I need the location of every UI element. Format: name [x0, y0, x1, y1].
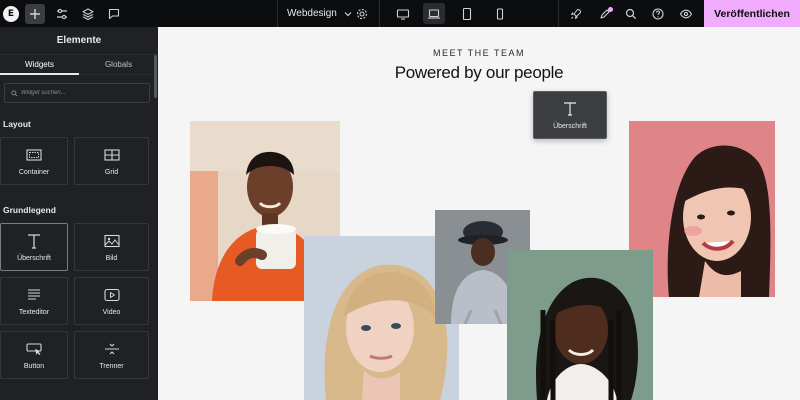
site-settings-button[interactable]	[51, 0, 73, 27]
widget-label: Container	[18, 168, 50, 176]
widget-grid[interactable]: Grid	[74, 137, 149, 185]
device-desktop-button[interactable]	[392, 0, 414, 27]
image-icon	[103, 234, 120, 247]
section-eyebrow[interactable]: MEET THE TEAM	[158, 48, 800, 58]
widget-divider[interactable]: Trenner	[74, 331, 149, 379]
section-headline[interactable]: Powered by our people	[158, 63, 800, 83]
button-icon	[26, 342, 42, 355]
widget-label: Button	[23, 362, 45, 370]
site-name-dropdown[interactable]: Webdesign	[287, 0, 353, 27]
layers-icon	[82, 7, 94, 20]
widget-label: Texteditor	[18, 308, 50, 316]
launch-button[interactable]	[565, 0, 587, 27]
add-element-button[interactable]	[24, 0, 46, 27]
widget-label: Bild	[105, 254, 118, 262]
widget-label: Video	[102, 308, 121, 316]
publish-button[interactable]: Veröffentlichen	[704, 0, 800, 27]
mobile-icon	[496, 7, 504, 20]
comments-icon	[108, 8, 120, 19]
dragged-heading-widget[interactable]: Überschrift	[533, 91, 607, 139]
widget-heading[interactable]: Überschrift	[0, 223, 68, 271]
page-settings-button[interactable]	[351, 0, 373, 27]
device-mobile-button[interactable]	[489, 0, 511, 27]
preview-eye-icon	[679, 9, 693, 18]
widget-video[interactable]: Video	[74, 277, 149, 325]
widget-image[interactable]: Bild	[74, 223, 149, 271]
widget-label: Überschrift	[17, 254, 51, 262]
help-icon	[652, 7, 664, 20]
section-title-basic: Grundlegend	[3, 205, 56, 215]
container-icon	[26, 148, 42, 161]
help-button[interactable]	[647, 0, 669, 27]
basic-widgets-grid: Überschrift Bild Texteditor Video Button…	[0, 223, 158, 379]
grid-icon	[103, 148, 120, 161]
comments-button[interactable]	[103, 0, 125, 27]
widget-label: Grid	[104, 168, 119, 176]
panel-title: Elemente	[0, 27, 158, 55]
widget-search-input[interactable]	[21, 90, 141, 96]
portrait-image	[507, 250, 653, 400]
elementor-logo-icon[interactable]: E	[0, 0, 22, 27]
layout-widgets-grid: Container Grid	[0, 137, 158, 185]
tablet-icon	[462, 7, 472, 20]
divider-icon	[104, 343, 119, 354]
widget-text-editor[interactable]: Texteditor	[0, 277, 68, 325]
structure-button[interactable]	[77, 0, 99, 27]
laptop-icon	[428, 8, 440, 19]
widget-label: Trenner	[99, 362, 124, 370]
search-icon	[11, 89, 18, 96]
device-tablet-button[interactable]	[456, 0, 478, 27]
top-bar: E Webdesign Veröffentlichen	[0, 0, 800, 27]
search-icon	[625, 8, 637, 19]
notification-dot	[608, 7, 613, 12]
dragged-widget-label: Überschrift	[553, 122, 587, 130]
section-title-layout: Layout	[3, 119, 31, 129]
notes-button[interactable]	[594, 0, 616, 27]
page-canvas[interactable]: MEET THE TEAM Powered by our people Über…	[158, 27, 800, 400]
panel-tabs: Widgets Globals	[0, 55, 158, 75]
tab-widgets[interactable]: Widgets	[0, 55, 79, 75]
finder-button[interactable]	[620, 0, 642, 27]
desktop-icon	[396, 8, 410, 20]
heading-icon	[564, 101, 576, 116]
team-photo-4[interactable]	[507, 250, 653, 400]
panel-scrollbar[interactable]	[154, 55, 157, 98]
video-icon	[103, 288, 120, 301]
settings-sliders-icon	[57, 8, 67, 19]
rocket-icon	[571, 8, 581, 19]
widget-container[interactable]: Container	[0, 137, 68, 185]
preview-button[interactable]	[675, 0, 697, 27]
text-editor-icon	[28, 288, 40, 300]
widget-button[interactable]: Button	[0, 331, 68, 379]
site-settings-icon	[356, 8, 368, 19]
device-laptop-button[interactable]	[423, 3, 445, 24]
site-name-label: Webdesign	[287, 8, 337, 19]
widgets-panel: Elemente Widgets Globals Layout Containe…	[0, 27, 158, 400]
heading-icon	[28, 233, 40, 249]
widget-search[interactable]	[4, 83, 150, 103]
add-icon	[30, 8, 40, 19]
tab-globals[interactable]: Globals	[79, 55, 158, 74]
